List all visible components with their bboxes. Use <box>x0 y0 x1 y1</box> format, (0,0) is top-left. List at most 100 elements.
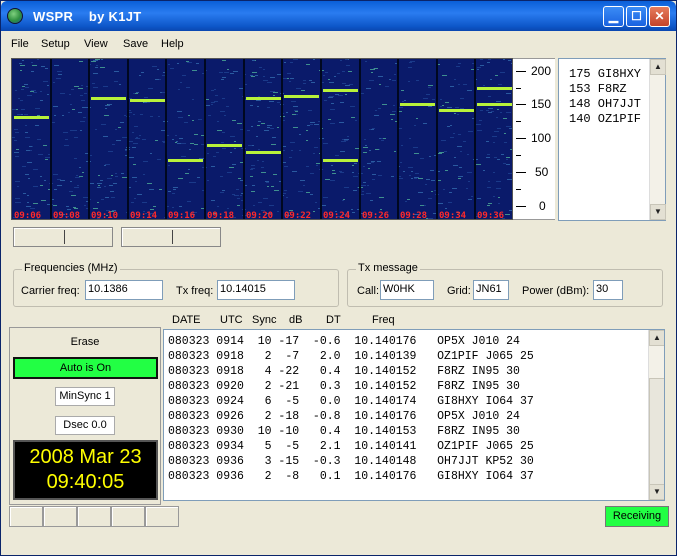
maximize-button[interactable]: ☐ <box>626 6 647 27</box>
minsync-control[interactable]: MinSync 1 <box>55 387 115 406</box>
decode-row[interactable]: 080323 0934 5 -5 2.1 10.140141 OZ1PIF J0… <box>168 440 534 453</box>
waterfall-speckle <box>206 99 209 100</box>
menu-file[interactable]: File <box>11 38 29 50</box>
scroll-up-icon[interactable]: ▲ <box>649 330 664 346</box>
waterfall-speckle <box>112 144 115 145</box>
menu-view[interactable]: View <box>84 38 108 50</box>
waterfall-speckle <box>460 151 462 152</box>
waterfall-speckle <box>363 147 368 148</box>
waterfall-speckle <box>211 166 215 167</box>
auto-button[interactable]: Auto is On <box>13 357 158 379</box>
decode-row[interactable]: 080323 0936 2 -8 0.1 10.140176 GI8HXY IO… <box>168 470 534 483</box>
waterfall-speckle <box>57 179 61 180</box>
slider-thumb[interactable] <box>172 230 173 244</box>
close-button[interactable]: ✕ <box>649 6 670 27</box>
waterfall-speckle <box>441 140 446 141</box>
waterfall-speckle <box>330 180 335 181</box>
waterfall-speckle <box>62 115 64 116</box>
contrast-slider[interactable] <box>121 227 221 247</box>
waterfall-speckle <box>142 139 146 140</box>
waterfall-speckle <box>267 82 272 83</box>
waterfall-speckle <box>316 165 318 166</box>
waterfall-speckle <box>316 163 320 164</box>
waterfall-speckle <box>135 181 137 182</box>
waterfall-speckle <box>141 72 144 73</box>
menu-save[interactable]: Save <box>123 38 148 50</box>
waterfall-speckle <box>371 162 374 163</box>
decode-row[interactable]: 080323 0930 10 -10 0.4 10.140153 F8RZ IN… <box>168 425 520 438</box>
waterfall-speckle <box>447 107 452 108</box>
decode-row[interactable]: 080323 0914 10 -17 -0.6 10.140176 OP5X J… <box>168 335 520 348</box>
callsign-scrollbar[interactable]: ▲ ▼ <box>649 59 666 220</box>
menu-help[interactable]: Help <box>161 38 184 50</box>
title-bar[interactable]: WSPR by K1JT ▁ ☐ ✕ <box>1 1 676 31</box>
scroll-down-icon[interactable]: ▼ <box>649 484 664 500</box>
waterfall-speckle <box>111 197 115 198</box>
waterfall-speckle <box>430 170 434 171</box>
waterfall-speckle <box>101 59 103 60</box>
scroll-thumb[interactable] <box>649 378 664 486</box>
waterfall-speckle <box>423 123 427 124</box>
waterfall-speckle <box>122 137 127 138</box>
scroll-down-icon[interactable]: ▼ <box>650 204 666 220</box>
waterfall-speckle <box>365 61 367 62</box>
decode-row[interactable]: 080323 0926 2 -18 -0.8 10.140176 OP5X J0… <box>168 410 520 423</box>
waterfall-speckle <box>53 174 58 175</box>
waterfall-speckle <box>92 83 95 84</box>
waterfall-speckle <box>351 117 355 118</box>
waterfall-speckle <box>186 61 189 62</box>
minimize-button[interactable]: ▁ <box>603 6 624 27</box>
waterfall-speckle <box>230 136 235 137</box>
tx-freq-input[interactable]: 10.14015 <box>217 280 295 300</box>
decode-row[interactable]: 080323 0918 4 -22 0.4 10.140152 F8RZ IN9… <box>168 365 520 378</box>
y-tick-minor <box>516 121 521 122</box>
waterfall-speckle <box>16 109 18 110</box>
waterfall-speckle <box>150 153 152 154</box>
power-input[interactable]: 30 <box>593 280 623 300</box>
waterfall-speckle <box>74 137 78 138</box>
waterfall-speckle <box>38 154 43 155</box>
waterfall-speckle <box>467 172 472 173</box>
waterfall-speckle <box>287 78 289 79</box>
waterfall-speckle <box>153 206 156 207</box>
decode-row[interactable]: 080323 0918 2 -7 2.0 10.140139 OZ1PIF J0… <box>168 350 534 363</box>
decodes-scrollbar[interactable]: ▲ ▼ <box>648 330 664 500</box>
brightness-slider[interactable] <box>13 227 113 247</box>
waterfall-speckle <box>261 167 264 168</box>
call-input[interactable]: W0HK <box>380 280 434 300</box>
waterfall-speckle <box>80 130 82 131</box>
waterfall-speckle <box>296 114 298 115</box>
dsec-control[interactable]: Dsec 0.0 <box>55 416 115 435</box>
waterfall-speckle <box>222 77 226 78</box>
waterfall-speckle <box>224 72 229 73</box>
carrier-freq-input[interactable]: 10.1386 <box>85 280 163 300</box>
waterfall-speckle <box>199 158 204 159</box>
slider-thumb[interactable] <box>64 230 65 244</box>
grid-input[interactable]: JN61 <box>473 280 509 300</box>
waterfall-speckle <box>438 153 442 154</box>
waterfall-speckle <box>70 130 74 131</box>
waterfall-speckle <box>407 199 410 200</box>
waterfall-speckle <box>293 106 298 107</box>
waterfall-speckle <box>20 70 22 71</box>
decode-row[interactable]: 080323 0920 2 -21 0.3 10.140152 F8RZ IN9… <box>168 380 520 393</box>
decode-row[interactable]: 080323 0924 6 -5 0.0 10.140174 GI8HXY IO… <box>168 395 534 408</box>
y-tick-minor <box>516 155 521 156</box>
waterfall-speckle <box>450 86 454 87</box>
waterfall-speckle <box>506 164 510 165</box>
waterfall-speckle <box>477 67 481 68</box>
scroll-up-icon[interactable]: ▲ <box>650 59 666 75</box>
waterfall-speckle <box>420 205 424 206</box>
waterfall-speckle <box>150 209 154 210</box>
time-label: 09:28 <box>400 211 427 220</box>
waterfall-speckle <box>132 177 137 178</box>
waterfall-speckle <box>115 173 117 174</box>
column-separator <box>281 59 283 219</box>
decode-row[interactable]: 080323 0936 3 -15 -0.3 10.140148 OH7JJT … <box>168 455 534 468</box>
column-separator <box>165 59 167 219</box>
menu-setup[interactable]: Setup <box>41 38 70 50</box>
erase-button[interactable]: Erase <box>50 336 120 348</box>
waterfall-speckle <box>361 93 364 94</box>
waterfall-speckle <box>409 62 412 63</box>
waterfall-speckle <box>136 92 139 93</box>
